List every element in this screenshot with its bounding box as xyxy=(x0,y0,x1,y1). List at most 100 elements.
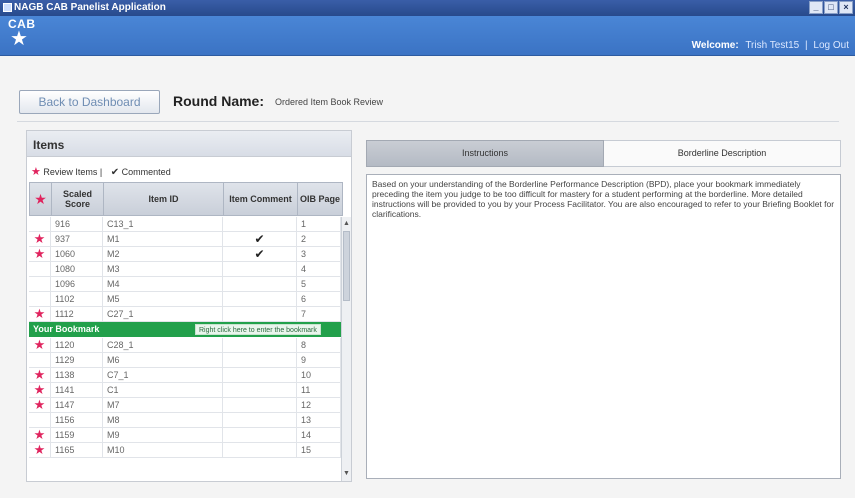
column-header-star[interactable]: ★ xyxy=(30,183,52,215)
table-row[interactable]: ★ 1159 M9 14 xyxy=(29,428,341,443)
column-header-scaled-score[interactable]: Scaled Score xyxy=(52,183,104,215)
review-star-icon xyxy=(29,353,51,367)
comment-check-icon xyxy=(223,338,297,352)
oib-page-cell: 5 xyxy=(297,277,341,291)
scaled-score-cell: 916 xyxy=(51,217,103,231)
table-row[interactable]: ★ 1138 C7_1 10 xyxy=(29,368,341,383)
welcome-area: Welcome: Trish Test15 | Log Out xyxy=(692,40,849,51)
scaled-score-cell: 1112 xyxy=(51,307,103,321)
star-icon: ★ xyxy=(34,191,47,207)
items-legend: ★ Review Items | ✔ Commented xyxy=(31,165,171,178)
scroll-up-icon[interactable]: ▲ xyxy=(342,219,351,229)
scrollbar-thumb[interactable] xyxy=(343,231,350,301)
table-row[interactable]: ★ 1120 C28_1 8 xyxy=(29,338,341,353)
table-row[interactable]: 1129 M6 9 xyxy=(29,353,341,368)
item-id-cell: M10 xyxy=(103,443,223,457)
table-row[interactable]: 916 C13_1 1 xyxy=(29,217,341,232)
scaled-score-cell: 1141 xyxy=(51,383,103,397)
column-header-item-id[interactable]: Item ID xyxy=(104,183,224,215)
minimize-icon[interactable]: _ xyxy=(809,1,823,14)
bookmark-row[interactable]: Your Bookmark Right click here to enter t… xyxy=(29,322,341,337)
item-id-cell: M1 xyxy=(103,232,223,246)
bookmark-note: Right click here to enter the bookmark xyxy=(195,324,321,335)
oib-page-cell: 2 xyxy=(297,232,341,246)
review-star-icon xyxy=(29,262,51,276)
maximize-icon[interactable]: □ xyxy=(824,1,838,14)
review-star-icon: ★ xyxy=(29,383,51,397)
item-id-cell: M7 xyxy=(103,398,223,412)
column-header-item-comment[interactable]: Item Comment xyxy=(224,183,298,215)
oib-page-cell: 6 xyxy=(297,292,341,306)
table-row[interactable]: 1080 M3 4 xyxy=(29,262,341,277)
oib-page-cell: 1 xyxy=(297,217,341,231)
column-header-oib-page[interactable]: OIB Page xyxy=(298,183,342,215)
scaled-score-cell: 1138 xyxy=(51,368,103,382)
table-row[interactable]: ★ 1060 M2 ✔ 3 xyxy=(29,247,341,262)
review-star-icon: ★ xyxy=(29,338,51,352)
table-row[interactable]: 1102 M5 6 xyxy=(29,292,341,307)
comment-check-icon xyxy=(223,443,297,457)
review-star-icon: ★ xyxy=(31,166,41,178)
window-title: NAGB CAB Panelist Application xyxy=(14,2,166,13)
oib-page-cell: 7 xyxy=(297,307,341,321)
review-star-icon xyxy=(29,413,51,427)
comment-check-icon: ✔ xyxy=(223,247,297,261)
comment-check-icon xyxy=(223,368,297,382)
review-star-icon: ★ xyxy=(29,428,51,442)
item-id-cell: C7_1 xyxy=(103,368,223,382)
table-row[interactable]: ★ 1112 C27_1 7 xyxy=(29,307,341,322)
scaled-score-cell: 1102 xyxy=(51,292,103,306)
table-row[interactable]: ★ 937 M1 ✔ 2 xyxy=(29,232,341,247)
scaled-score-cell: 1156 xyxy=(51,413,103,427)
tab-instructions[interactable]: Instructions xyxy=(366,140,604,167)
app-icon xyxy=(3,3,12,12)
comment-check-icon xyxy=(223,292,297,306)
round-name-label: Round Name: xyxy=(173,93,264,109)
table-row[interactable]: ★ 1147 M7 12 xyxy=(29,398,341,413)
comment-check-icon: ✔ xyxy=(223,232,297,246)
cab-logo: CAB ★ xyxy=(8,18,42,54)
items-scrollbar[interactable]: ▲ ▼ xyxy=(341,217,351,481)
scroll-down-icon[interactable]: ▼ xyxy=(342,469,351,479)
header-banner: CAB ★ Welcome: Trish Test15 | Log Out xyxy=(0,16,855,56)
item-id-cell: C1 xyxy=(103,383,223,397)
scaled-score-cell: 1120 xyxy=(51,338,103,352)
review-star-icon: ★ xyxy=(29,368,51,382)
back-to-dashboard-button[interactable]: Back to Dashboard xyxy=(19,90,160,114)
oib-page-cell: 11 xyxy=(297,383,341,397)
review-star-icon: ★ xyxy=(29,247,51,261)
items-table-header: ★ Scaled Score Item ID Item Comment OIB … xyxy=(29,182,343,216)
scaled-score-cell: 1096 xyxy=(51,277,103,291)
table-row[interactable]: 1096 M4 5 xyxy=(29,277,341,292)
close-icon[interactable]: × xyxy=(839,1,853,14)
logout-link[interactable]: Log Out xyxy=(813,40,849,51)
oib-page-cell: 8 xyxy=(297,338,341,352)
table-row[interactable]: ★ 1141 C1 11 xyxy=(29,383,341,398)
bookmark-label: Your Bookmark xyxy=(33,324,100,334)
review-star-icon: ★ xyxy=(29,398,51,412)
scaled-score-cell: 1129 xyxy=(51,353,103,367)
review-star-icon xyxy=(29,292,51,306)
item-id-cell: M5 xyxy=(103,292,223,306)
comment-check-icon xyxy=(223,277,297,291)
table-row[interactable]: 1156 M8 13 xyxy=(29,413,341,428)
review-star-icon xyxy=(29,277,51,291)
legend-review-label: Review Items | xyxy=(43,167,103,177)
comment-check-icon xyxy=(223,262,297,276)
table-row[interactable]: ★ 1165 M10 15 xyxy=(29,443,341,458)
review-star-icon: ★ xyxy=(29,232,51,246)
review-star-icon: ★ xyxy=(29,443,51,457)
oib-page-cell: 13 xyxy=(297,413,341,427)
item-id-cell: M6 xyxy=(103,353,223,367)
scaled-score-cell: 1165 xyxy=(51,443,103,457)
comment-check-icon xyxy=(223,217,297,231)
oib-page-cell: 4 xyxy=(297,262,341,276)
star-icon: ★ xyxy=(10,28,28,50)
items-panel-title: Items xyxy=(27,131,351,157)
tab-borderline-description[interactable]: Borderline Description xyxy=(604,140,841,167)
oib-page-cell: 9 xyxy=(297,353,341,367)
comment-check-icon xyxy=(223,398,297,412)
window-title-bar: NAGB CAB Panelist Application _ □ × xyxy=(0,0,855,16)
user-name-link[interactable]: Trish Test15 xyxy=(745,40,799,51)
item-id-cell: C28_1 xyxy=(103,338,223,352)
